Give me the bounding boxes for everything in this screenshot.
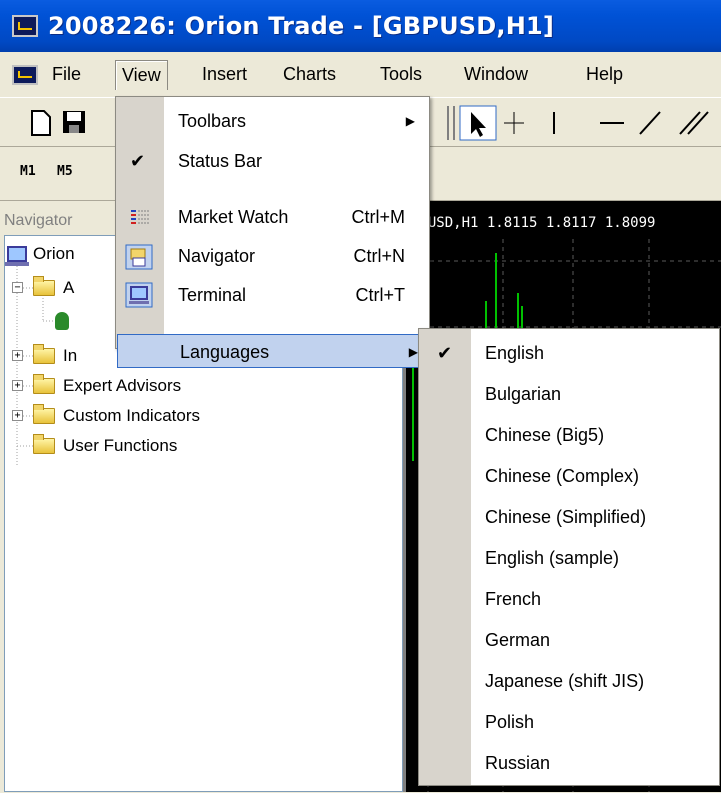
menu-item-navigator[interactable]: Navigator Ctrl+N	[116, 238, 429, 275]
tree-root-label: Orion	[33, 244, 75, 263]
language-label: English (sample)	[485, 548, 620, 568]
language-label: Bulgarian	[485, 384, 562, 404]
language-item[interactable]: Bulgarian	[419, 376, 719, 413]
computer-icon	[5, 246, 29, 266]
menu-insert[interactable]: Insert	[196, 60, 253, 90]
language-item[interactable]: English (sample)	[419, 540, 719, 577]
menu-item-label: Market Watch	[178, 207, 289, 227]
collapse-icon[interactable]: −	[12, 282, 23, 293]
folder-icon	[33, 374, 55, 394]
menu-item-market-watch[interactable]: Market Watch Ctrl+M	[116, 199, 429, 236]
tree-item-label: A	[63, 278, 75, 297]
menu-item-label: Navigator	[178, 246, 256, 266]
menu-item-label: Status Bar	[178, 151, 263, 171]
language-item[interactable]: German	[419, 622, 719, 659]
tree-item-label: Custom Indicators	[63, 406, 200, 425]
language-label: Japanese (shift JIS)	[485, 671, 645, 691]
submenu-arrow-icon: ▶	[408, 345, 418, 359]
language-item[interactable]: Chinese (Complex)	[419, 458, 719, 495]
document-icon[interactable]	[12, 64, 38, 85]
folder-icon	[33, 404, 55, 424]
check-icon: ✔	[130, 151, 146, 171]
language-label: Polish	[485, 712, 535, 732]
new-file-icon[interactable]	[30, 110, 52, 136]
language-label: English	[485, 343, 545, 363]
timeframe-m5-button[interactable]: M5	[57, 164, 73, 179]
language-item[interactable]: Polish	[419, 704, 719, 741]
language-item[interactable]: Russian	[419, 745, 719, 782]
menu-file[interactable]: File	[46, 60, 87, 90]
app-icon	[12, 15, 38, 37]
menu-tools[interactable]: Tools	[374, 60, 428, 90]
terminal-icon	[125, 282, 153, 308]
menu-separator	[176, 189, 423, 190]
language-item[interactable]: Japanese (shift JIS)	[419, 663, 719, 700]
menu-item-terminal[interactable]: Terminal Ctrl+T	[116, 277, 429, 314]
language-label: Russian	[485, 753, 551, 773]
tree-item-custom-indicators[interactable]: Custom Indicators	[33, 404, 200, 426]
menu-item-label: Toolbars	[178, 111, 247, 131]
menu-window[interactable]: Window	[458, 60, 534, 90]
menu-charts[interactable]: Charts	[277, 60, 342, 90]
expand-icon[interactable]: +	[12, 380, 23, 391]
tree-item-expert-advisors[interactable]: Expert Advisors	[33, 374, 182, 396]
menu-item-languages[interactable]: Languages ▶	[117, 334, 427, 368]
menu-item-label: Terminal	[178, 285, 247, 305]
folder-icon	[33, 276, 55, 296]
navigator-icon	[125, 244, 153, 270]
window-title: 2008226: Orion Trade - [GBPUSD,H1]	[48, 12, 555, 40]
folder-icon	[33, 434, 55, 454]
tree-item-user-functions[interactable]: User Functions	[33, 434, 178, 456]
expand-icon[interactable]: +	[12, 410, 23, 421]
menu-item-status-bar[interactable]: ✔ Status Bar	[116, 143, 429, 180]
folder-icon	[33, 344, 55, 364]
language-label: Chinese (Complex)	[485, 466, 640, 486]
timeframe-m1-button[interactable]: M1	[20, 164, 36, 179]
language-label: Chinese (Big5)	[485, 425, 605, 445]
menu-bar: File View Insert Charts Tools Window Hel…	[0, 52, 721, 97]
account-icon	[55, 312, 69, 330]
save-icon[interactable]	[62, 110, 86, 134]
menu-item-shortcut: Ctrl+T	[355, 285, 406, 305]
drawing-tools	[447, 105, 709, 141]
language-label: German	[485, 630, 551, 650]
language-label: Chinese (Simplified)	[485, 507, 647, 527]
tree-item-label: Expert Advisors	[63, 376, 182, 395]
submenu-arrow-icon: ▶	[405, 114, 415, 128]
menu-separator	[176, 323, 423, 324]
tree-item-label: User Functions	[63, 436, 178, 455]
language-label: French	[485, 589, 542, 609]
tree-item-indicators[interactable]: In	[33, 344, 78, 366]
tree-item-accounts[interactable]: A	[33, 276, 75, 298]
languages-submenu: ✔ English Bulgarian Chinese (Big5) Chines…	[418, 328, 720, 786]
tree-item-label: In	[63, 346, 78, 365]
menu-view[interactable]: View	[115, 60, 168, 90]
tree-root[interactable]: Orion	[5, 244, 75, 266]
market-watch-icon	[131, 210, 149, 224]
menu-item-toolbars[interactable]: Toolbars ▶	[116, 103, 429, 140]
expand-icon[interactable]: +	[12, 350, 23, 361]
title-bar: 2008226: Orion Trade - [GBPUSD,H1]	[0, 0, 721, 52]
language-item[interactable]: Chinese (Simplified)	[419, 499, 719, 536]
view-menu: Toolbars ▶ ✔ Status Bar Market Watch Ctr…	[115, 96, 430, 349]
menu-item-shortcut: Ctrl+N	[353, 246, 405, 266]
language-item[interactable]: ✔ English	[419, 335, 719, 372]
chart-header: BPUSD,H1 1.8115 1.8117 1.8099	[411, 215, 656, 231]
language-item[interactable]: French	[419, 581, 719, 618]
menu-help[interactable]: Help	[580, 60, 629, 90]
menu-item-shortcut: Ctrl+M	[351, 207, 406, 227]
menu-item-label: Languages	[180, 342, 270, 362]
language-item[interactable]: Chinese (Big5)	[419, 417, 719, 454]
check-icon: ✔	[437, 343, 453, 363]
